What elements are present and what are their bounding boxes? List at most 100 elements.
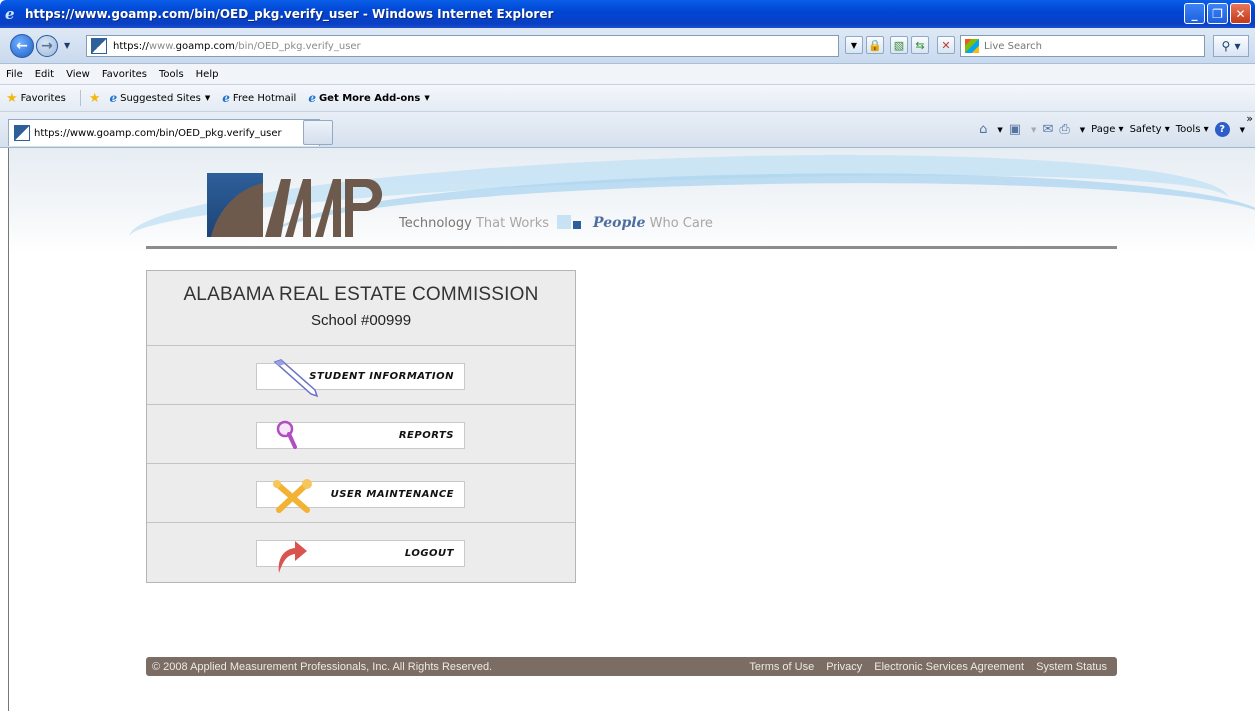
site-favicon-icon (91, 38, 107, 54)
student-information-label: STUDENT INFORMATION (309, 371, 454, 382)
search-field[interactable] (960, 35, 1205, 57)
back-button[interactable]: ← (10, 34, 34, 58)
home-icon[interactable]: ⌂ (979, 122, 987, 137)
page-viewport: Technology That Works People Who Care AL… (8, 148, 1255, 711)
reports-label: REPORTS (398, 430, 454, 441)
tagline-who-care: Who Care (649, 215, 713, 231)
ie-logo-icon: e (5, 5, 15, 23)
favorites-button[interactable]: ★ Favorites (6, 91, 66, 106)
user-maintenance-button[interactable]: USER MAINTENANCE (256, 479, 465, 513)
banner-tagline: Technology That Works People Who Care (399, 215, 713, 231)
tagline-squares-decoration (557, 215, 587, 231)
page-footer: © 2008 Applied Measurement Professionals… (146, 657, 1117, 676)
safety-menu[interactable]: Safety ▾ (1130, 124, 1170, 135)
chevron-down-icon[interactable]: ▼ (1031, 126, 1036, 134)
pen-icon (273, 359, 319, 398)
menu-row: STUDENT INFORMATION (147, 346, 575, 405)
print-icon[interactable]: ⎙ (1059, 122, 1069, 137)
close-button[interactable]: ✕ (1230, 3, 1251, 24)
tools-menu[interactable]: Tools ▾ (1176, 124, 1209, 135)
ie-page-icon: e (308, 91, 316, 105)
forward-button[interactable]: → (36, 35, 58, 57)
terms-of-use-link[interactable]: Terms of Use (749, 661, 814, 673)
history-dropdown-icon[interactable]: ▼ (64, 41, 70, 50)
tab-bar: https://www.goamp.com/bin/OED_pkg.verify… (0, 112, 1255, 148)
ie-page-icon: e (109, 91, 118, 105)
new-tab-button[interactable] (303, 120, 333, 145)
chevron-down-icon[interactable]: ▼ (997, 126, 1002, 134)
system-status-link[interactable]: System Status (1036, 661, 1107, 673)
mail-icon[interactable]: ✉ (1042, 122, 1053, 137)
command-bar: ⌂ ▼ ▣ ▼ ✉ ⎙ ▼ Page ▾ Safety ▾ Tools ▾ ? … (979, 122, 1245, 137)
chevron-down-icon[interactable]: ▼ (1240, 126, 1245, 134)
electronic-services-agreement-link[interactable]: Electronic Services Agreement (874, 661, 1024, 673)
tagline-people: People (593, 215, 646, 231)
favorites-label: Favorites (20, 92, 66, 104)
magnifier-icon (276, 420, 297, 449)
suggested-sites-link[interactable]: e Suggested Sites ▼ (109, 91, 210, 105)
search-input[interactable] (984, 40, 1204, 52)
add-favorite-icon: ★ (88, 90, 101, 106)
live-search-icon (965, 39, 979, 53)
ie-page-icon: e (222, 91, 230, 105)
tab-label: https://www.goamp.com/bin/OED_pkg.verify… (34, 127, 282, 139)
chevron-down-icon[interactable]: ▼ (1080, 126, 1085, 134)
menu-favorites[interactable]: Favorites (102, 69, 147, 80)
tagline-that-works: That Works (475, 215, 550, 231)
favorites-bar: ★ Favorites ★ e Suggested Sites ▼ e Free… (0, 85, 1255, 112)
minimize-button[interactable]: _ (1184, 3, 1205, 24)
restore-button[interactable]: ❐ (1207, 3, 1228, 24)
get-addons-link[interactable]: e Get More Add-ons ▼ (308, 91, 429, 105)
menu-edit[interactable]: Edit (35, 69, 54, 80)
logout-label: LOGOUT (404, 548, 454, 559)
student-information-button[interactable]: STUDENT INFORMATION (256, 359, 465, 398)
logout-arrow-icon (278, 541, 307, 573)
refresh-icon[interactable]: ⇆ (911, 36, 929, 54)
window-title: https://www.goamp.com/bin/OED_pkg.verify… (25, 7, 554, 21)
menu-bar: File Edit View Favorites Tools Help (0, 64, 1255, 85)
user-maintenance-label: USER MAINTENANCE (330, 489, 454, 500)
menu-help[interactable]: Help (196, 69, 219, 80)
reports-button[interactable]: REPORTS (256, 420, 465, 449)
window-title-bar[interactable]: e https://www.goamp.com/bin/OED_pkg.veri… (0, 0, 1255, 28)
favorites-divider (79, 90, 81, 106)
privacy-link[interactable]: Privacy (826, 661, 862, 673)
main-menu-panel: ALABAMA REAL ESTATE COMMISSION School #0… (146, 270, 576, 583)
free-hotmail-link[interactable]: e Free Hotmail (222, 91, 296, 105)
help-icon[interactable]: ? (1214, 122, 1230, 137)
address-url: https://www.goamp.com/bin/OED_pkg.verify… (113, 40, 361, 52)
chevron-down-icon: ▼ (204, 94, 211, 102)
address-dropdown-button[interactable]: ▼ (845, 36, 863, 54)
search-go-button[interactable]: ⚲ ▾ (1213, 35, 1249, 57)
menu-view[interactable]: View (66, 69, 90, 80)
menu-row: LOGOUT (147, 523, 575, 582)
school-number: School #00999 (310, 312, 412, 329)
tagline-technology: Technology (399, 215, 472, 231)
menu-row: USER MAINTENANCE (147, 464, 575, 523)
free-hotmail-label: Free Hotmail (232, 92, 297, 104)
stop-button[interactable]: ✕ (937, 36, 955, 54)
suggested-sites-label: Suggested Sites (120, 92, 201, 104)
chevron-down-icon: ▼ (424, 94, 430, 102)
tab-active[interactable]: https://www.goamp.com/bin/OED_pkg.verify… (8, 119, 320, 146)
address-input[interactable]: https://www.goamp.com/bin/OED_pkg.verify… (86, 35, 839, 57)
banner-divider (146, 246, 1117, 249)
page-menu[interactable]: Page ▾ (1091, 124, 1123, 135)
lock-icon[interactable]: 🔒 (866, 36, 884, 54)
copyright-text: © 2008 Applied Measurement Professionals… (152, 660, 493, 673)
organization-title: ALABAMA REAL ESTATE COMMISSION (183, 284, 539, 305)
logout-button[interactable]: LOGOUT (256, 540, 465, 573)
tools-icon (273, 479, 312, 513)
get-addons-label: Get More Add-ons (318, 92, 421, 104)
amp-logo (207, 173, 383, 237)
menu-file[interactable]: File (6, 69, 23, 80)
menu-tools[interactable]: Tools (159, 69, 184, 80)
site-banner: Technology That Works People Who Care (9, 148, 1255, 253)
add-favorite-button[interactable]: ★ (89, 91, 104, 106)
feeds-icon[interactable]: ▣ (1009, 122, 1021, 137)
panel-header: ALABAMA REAL ESTATE COMMISSION School #0… (147, 271, 575, 346)
toolbar-overflow-icon[interactable]: » (1246, 112, 1253, 125)
menu-row: REPORTS (147, 405, 575, 464)
favorites-star-icon: ★ (6, 90, 18, 106)
compatibility-view-icon[interactable]: ▧ (890, 36, 908, 54)
